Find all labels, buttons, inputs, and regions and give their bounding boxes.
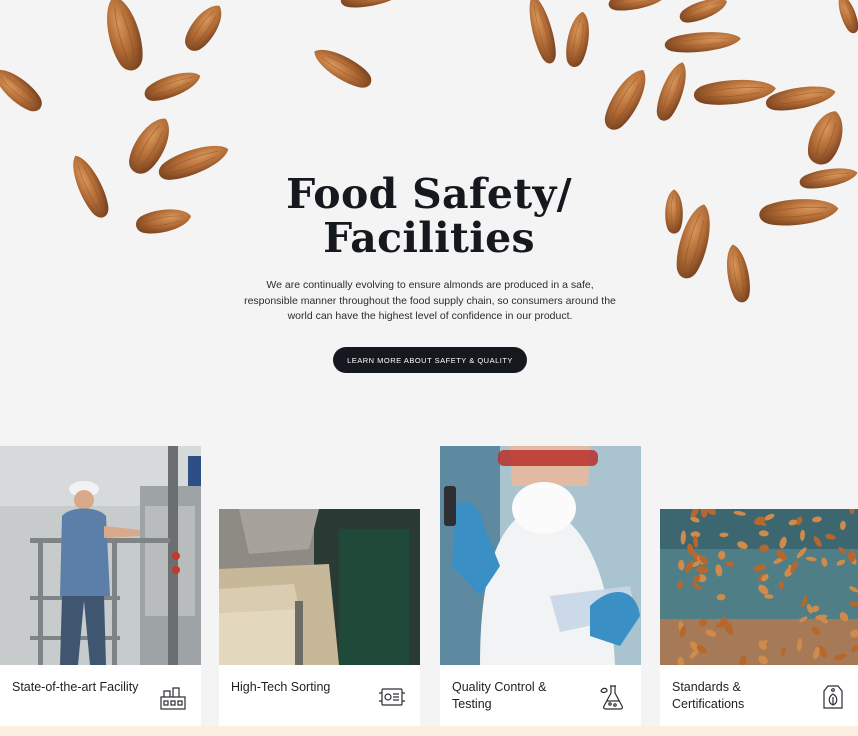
card-footer: High-Tech Sorting: [219, 665, 420, 726]
bottom-strip: [0, 726, 858, 736]
card-standards[interactable]: Standards & Certifications: [660, 509, 858, 726]
learn-more-safety-quality-button[interactable]: LEARN MORE ABOUT SAFETY & QUALITY: [333, 347, 527, 373]
card-footer: Quality Control & Testing: [440, 665, 641, 726]
card-footer: Standards & Certifications: [660, 665, 858, 726]
page-title-line1: Food Safety/: [286, 170, 572, 218]
sorting-photo: [219, 509, 420, 665]
card-label: State-of-the-art Facility: [12, 680, 139, 694]
factory-icon: [160, 687, 186, 710]
card-facility[interactable]: State-of-the-art Facility: [0, 446, 201, 726]
certified-tag-icon: [823, 685, 843, 709]
card-label: High-Tech Sorting: [231, 680, 331, 694]
quality-control-photo: [440, 446, 641, 665]
hero-description: We are continually evolving to ensure al…: [244, 279, 616, 322]
card-label: Quality Control & Testing: [452, 680, 547, 711]
card-quality-control[interactable]: Quality Control & Testing: [440, 446, 641, 726]
facility-photo: [0, 446, 201, 665]
standards-photo: [660, 509, 858, 665]
sorting-machine-icon: [379, 688, 405, 706]
hero-section: Food Safety/ Facilities We are continual…: [0, 0, 858, 445]
page-title-line2: Facilities: [323, 214, 535, 262]
card-label: Standards & Certifications: [672, 680, 745, 711]
page-title: Food Safety/ Facilities: [0, 172, 858, 260]
card-sorting[interactable]: High-Tech Sorting: [219, 509, 420, 726]
lab-flask-icon: [600, 685, 623, 710]
card-footer: State-of-the-art Facility: [0, 665, 201, 726]
